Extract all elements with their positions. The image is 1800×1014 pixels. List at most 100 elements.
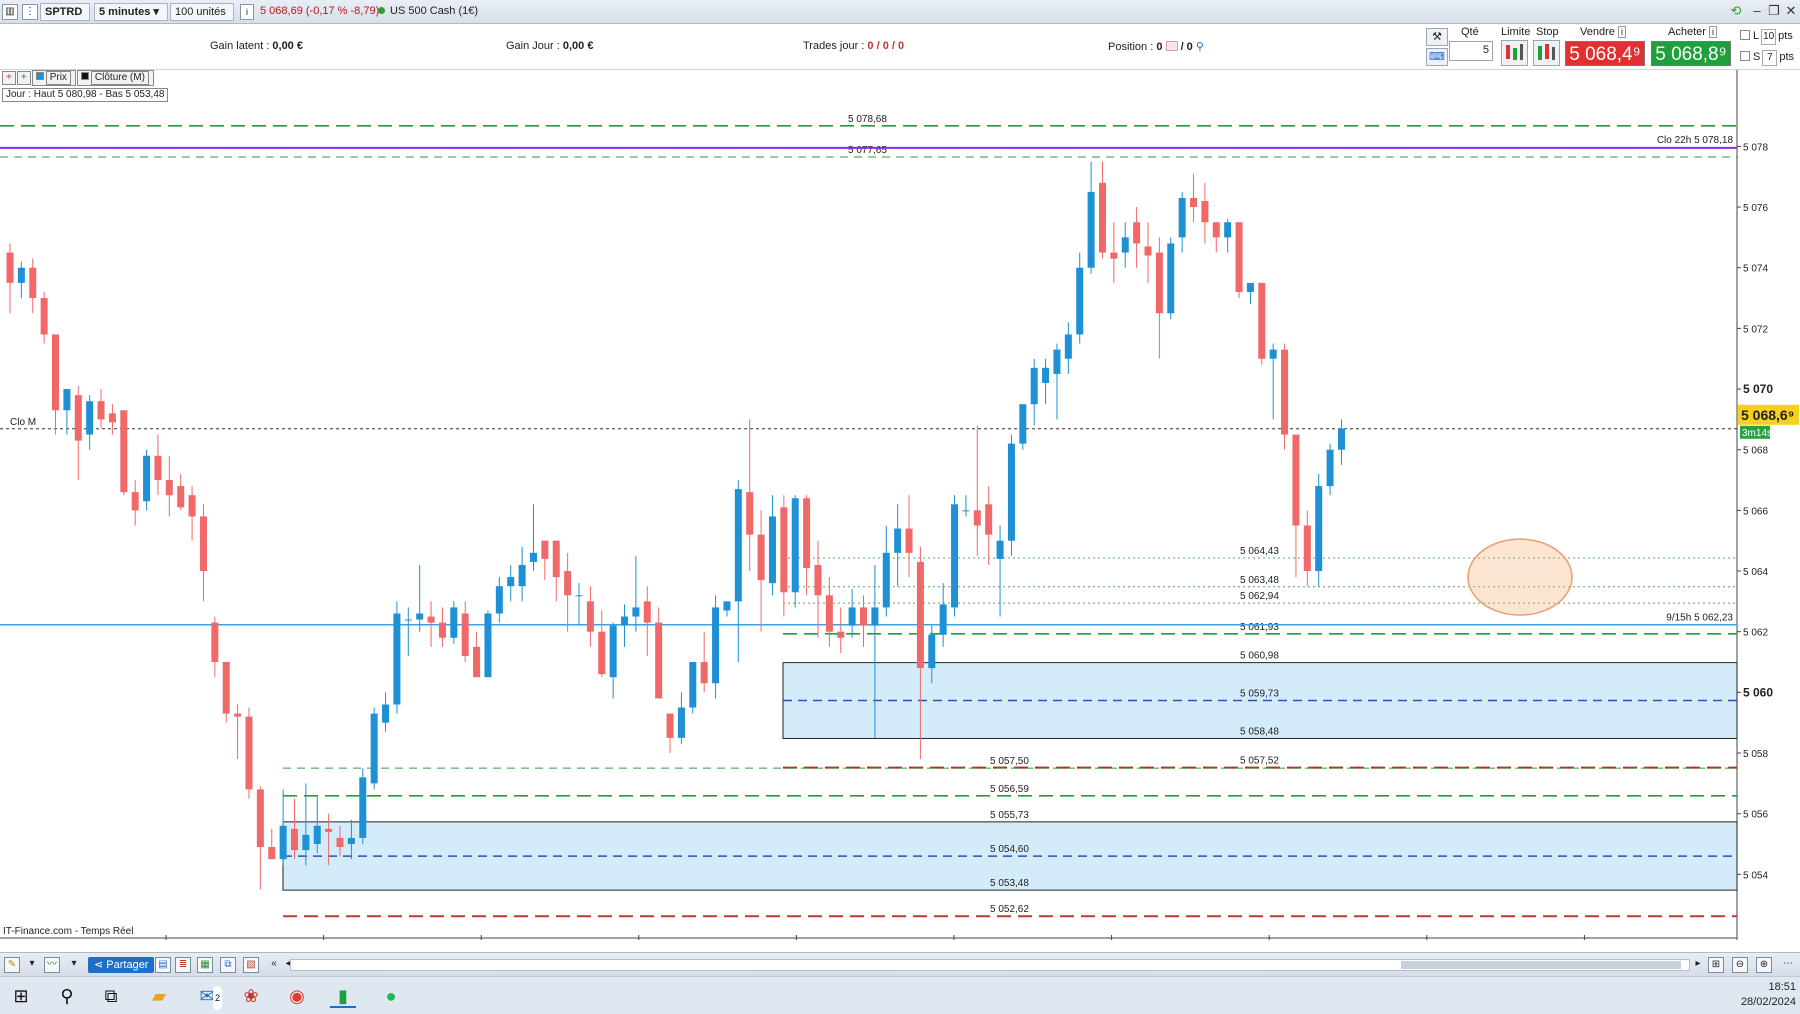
task-view-icon[interactable]: ⧉ (98, 984, 124, 1008)
l-value-input[interactable]: 10 (1761, 29, 1777, 45)
candle-body (1144, 246, 1152, 256)
zoom-out-icon[interactable]: ⊖ (1732, 957, 1748, 973)
indicator-dropdown-icon[interactable]: ▾ (66, 957, 82, 973)
refresh-icon[interactable]: ⟲ (1727, 2, 1745, 20)
horizontal-scrollbar[interactable] (290, 959, 1690, 971)
candle-body (450, 607, 458, 638)
candle-body (29, 267, 37, 299)
zoom-in-icon[interactable]: ⊕ (1756, 957, 1772, 973)
highlight-circle (1467, 538, 1573, 616)
symbol-selector[interactable]: SPTRD ▾ (40, 3, 90, 33)
candle-body (837, 631, 845, 638)
system-clock: 18:51 28/02/2024 (1741, 980, 1796, 1010)
candle-body (666, 713, 674, 738)
candle-body (746, 492, 754, 535)
windows-start-icon[interactable]: ⊞ (8, 984, 34, 1008)
candle-body (1030, 367, 1038, 405)
wrench-icon[interactable]: ⚒ (1426, 28, 1448, 46)
candle-body (814, 564, 822, 596)
y-tick-label: 5 072 (1743, 324, 1768, 335)
day-info: Jour : Haut 5 080,98 - Bas 5 053,48 (2, 88, 169, 102)
buy-button[interactable]: 5 068,8⁹ (1651, 41, 1731, 66)
candle-body (609, 625, 617, 678)
bottom-toolbar: ✎ ▾ 〰 ▾ ⋖ Partager ▤ ≣ ▦ ⧉ ▧ « ◂ ▸ ⊞ ⊖ ⊕… (0, 952, 1800, 976)
chart-tools-icon[interactable]: ▥ (2, 4, 18, 20)
indicator-icon[interactable]: 〰 (44, 957, 60, 973)
candle-body (632, 607, 640, 617)
legend-plus-icon[interactable]: + (16, 71, 31, 85)
search-icon[interactable]: ⚲ (54, 984, 80, 1008)
more-icon[interactable]: ⋯ (1780, 957, 1796, 973)
size-selector[interactable]: 100 unités ▾ (170, 3, 234, 33)
order-panel: ⚒ ⌨ Qté 5 Limite Stop Vendre i 5 068,4⁹ … (1425, 24, 1740, 68)
candle-body (1110, 252, 1118, 259)
file-explorer-icon[interactable]: ▰ (146, 984, 172, 1008)
scrollbar-thumb[interactable] (1401, 961, 1681, 969)
scroll-right-icon[interactable]: ▸ (1690, 957, 1706, 973)
compare-icon[interactable]: ⧉ (220, 957, 236, 973)
candle-body (518, 564, 526, 587)
sell-info-icon[interactable]: i (1617, 26, 1626, 38)
limit-order-button[interactable] (1501, 40, 1528, 66)
legend-add-icon[interactable]: + (2, 71, 16, 85)
limit-checkbox[interactable] (1740, 30, 1750, 40)
candle-body (734, 489, 742, 602)
keyboard-icon[interactable]: ⌨ (1426, 48, 1448, 66)
candle-body (347, 837, 355, 845)
stop-checkbox[interactable] (1740, 51, 1750, 61)
alert-icon[interactable]: ▤ (155, 957, 171, 973)
restore-button[interactable]: ❐ (1765, 2, 1783, 20)
legend-close[interactable]: Clôture (M) (76, 70, 154, 86)
clo-m-label: Clo M (10, 417, 36, 428)
trades-jour: Trades jour : 0 / 0 / 0 (803, 40, 904, 52)
mail-badge: 2 (212, 986, 222, 1010)
candle-body (552, 540, 560, 578)
candle-body (689, 662, 697, 708)
legend-price[interactable]: Prix (31, 70, 76, 86)
timeframe-selector[interactable]: 5 minutes ▾ (94, 3, 168, 21)
stop-order-button[interactable] (1533, 40, 1560, 66)
s-value-input[interactable]: 7 (1762, 50, 1778, 66)
countdown-text: 3m14s (1742, 428, 1772, 439)
candle-body (1087, 191, 1095, 268)
candle-body (723, 601, 731, 611)
mail-icon[interactable]: ✉ 2 (194, 984, 222, 1010)
candle-body (234, 713, 242, 717)
calendar-icon[interactable]: ▧ (243, 957, 259, 973)
zone-mid-label: 5 054,60 (990, 844, 1029, 855)
chrome-icon[interactable]: ◉ (284, 984, 310, 1008)
share-button[interactable]: ⋖ Partager (88, 957, 155, 973)
draw-tool-icon[interactable]: ✎ (4, 957, 20, 973)
candle-body (586, 601, 594, 632)
list-icon[interactable]: ≣ (175, 957, 191, 973)
spotify-icon[interactable]: ● (378, 984, 404, 1008)
candle-body (1178, 197, 1186, 238)
app-icon[interactable]: ❀ (238, 984, 264, 1008)
position-search-icon[interactable]: ⚲ (1196, 41, 1204, 53)
position-label: Position : (1108, 41, 1154, 53)
draw-dropdown-icon[interactable]: ▾ (24, 957, 40, 973)
close-button[interactable]: ✕ (1782, 2, 1800, 20)
zoom-fit-icon[interactable]: ⊞ (1708, 957, 1724, 973)
price-chart[interactable]: 5 060,98 5 059,73 5 058,48 5 055,73 5 054,60… (0, 70, 1800, 940)
top-toolbar: ▥ ⋮ SPTRD ▾ 5 minutes ▾ 100 unités ▾ i 5… (0, 0, 1800, 33)
candle-body (1224, 222, 1232, 238)
candle-body (370, 713, 378, 784)
sell-button[interactable]: 5 068,4⁹ (1565, 41, 1645, 66)
buy-info-icon[interactable]: i (1708, 26, 1717, 38)
info-icon[interactable]: i (240, 4, 254, 20)
s-label: S (1753, 51, 1761, 63)
position-close-icon[interactable] (1165, 41, 1178, 51)
candle-body (495, 586, 503, 614)
grid-icon[interactable]: ⋮ (22, 4, 38, 20)
minimize-button[interactable]: – (1748, 2, 1766, 20)
qty-input[interactable]: 5 (1449, 41, 1493, 61)
candle-body (1155, 252, 1163, 314)
table-icon[interactable]: ▦ (197, 957, 213, 973)
candle-body (951, 504, 959, 608)
trading-app-icon[interactable]: ▮ (330, 984, 356, 1008)
candle-body (1076, 267, 1084, 335)
candle-body (996, 540, 1004, 559)
candle-body (848, 607, 856, 626)
open-level-label: 9/15h 5 062,23 (1666, 613, 1733, 624)
